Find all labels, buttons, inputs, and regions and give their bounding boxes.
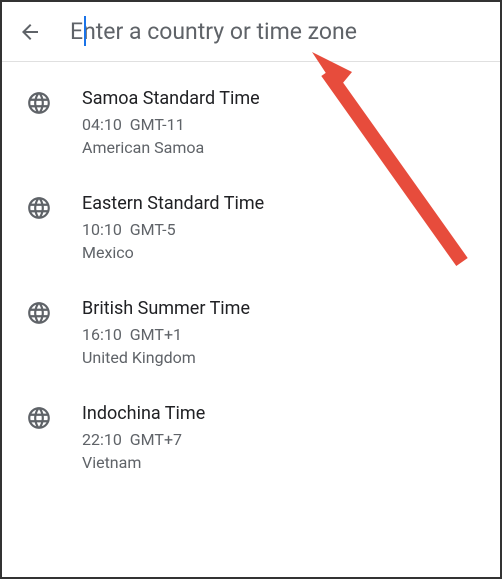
timezone-time: 16:10 GMT+1 <box>82 325 480 344</box>
timezone-location: Vietnam <box>82 453 480 472</box>
timezone-item[interactable]: Samoa Standard Time 04:10 GMT-11 American … <box>2 70 500 175</box>
timezone-time: 10:10 GMT-5 <box>82 220 480 239</box>
arrow-back-icon <box>18 20 42 44</box>
timezone-content: British Summer Time 16:10 GMT+1 United Kin… <box>82 298 480 367</box>
timezone-content: Eastern Standard Time 10:10 GMT-5 Mexico <box>82 193 480 262</box>
globe-icon <box>26 195 52 221</box>
back-button[interactable] <box>18 20 42 44</box>
timezone-location: American Samoa <box>82 138 480 157</box>
globe-icon <box>26 90 52 116</box>
search-input[interactable] <box>70 18 484 45</box>
timezone-content: Indochina Time 22:10 GMT+7 Vietnam <box>82 403 480 472</box>
timezone-item[interactable]: Eastern Standard Time 10:10 GMT-5 Mexico <box>2 175 500 280</box>
timezone-name: Eastern Standard Time <box>82 193 480 214</box>
timezone-name: British Summer Time <box>82 298 480 319</box>
timezone-item[interactable]: Indochina Time 22:10 GMT+7 Vietnam <box>2 385 500 490</box>
search-header <box>2 2 500 62</box>
timezone-name: Samoa Standard Time <box>82 88 480 109</box>
globe-icon <box>26 405 52 431</box>
timezone-location: Mexico <box>82 243 480 262</box>
timezone-list: Samoa Standard Time 04:10 GMT-11 American … <box>2 62 500 498</box>
timezone-location: United Kingdom <box>82 348 480 367</box>
timezone-time: 22:10 GMT+7 <box>82 430 480 449</box>
input-cursor <box>84 16 86 46</box>
timezone-time: 04:10 GMT-11 <box>82 115 480 134</box>
timezone-item[interactable]: British Summer Time 16:10 GMT+1 United Kin… <box>2 280 500 385</box>
timezone-content: Samoa Standard Time 04:10 GMT-11 American … <box>82 88 480 157</box>
timezone-name: Indochina Time <box>82 403 480 424</box>
globe-icon <box>26 300 52 326</box>
